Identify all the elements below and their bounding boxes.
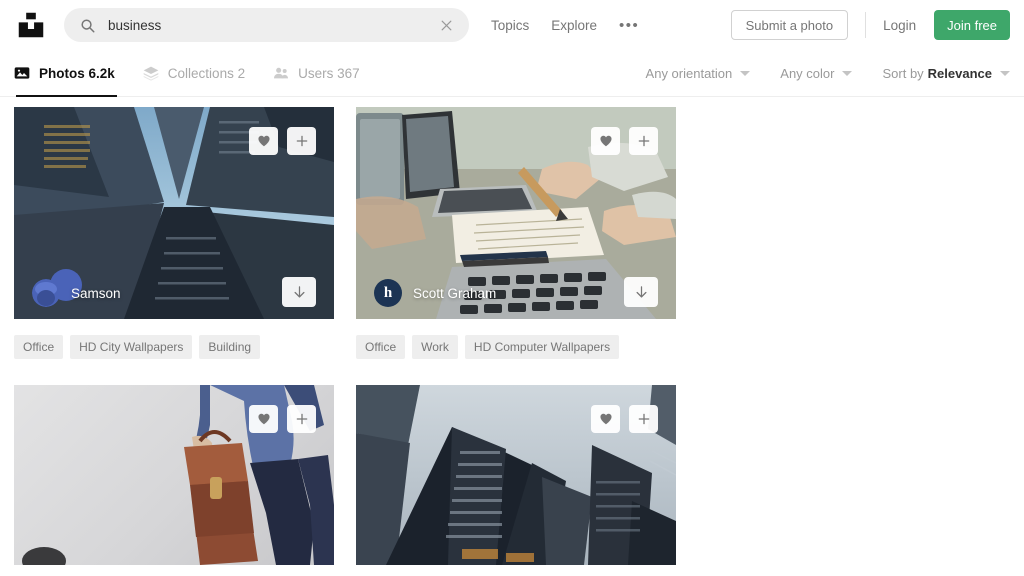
like-button[interactable] — [591, 405, 620, 433]
photo-tags: Office Work HD Computer Wallpapers — [356, 319, 676, 359]
results-tabs-bar: Photos 6.2k Collections 2 Users 367 Any … — [0, 50, 1024, 97]
photo-grid: Samson Office HD City Wallpapers Buildin… — [0, 97, 1024, 576]
like-button[interactable] — [591, 127, 620, 155]
header-nav: Topics Explore ••• — [491, 17, 639, 34]
ellipsis-icon[interactable]: ••• — [619, 17, 639, 34]
collections-icon — [143, 65, 159, 81]
photo-credit[interactable]: Samson — [32, 279, 121, 307]
avatar[interactable] — [32, 279, 60, 307]
tab-collections-count: 2 — [237, 65, 246, 81]
filter-color[interactable]: Any color — [780, 65, 853, 81]
plus-icon — [295, 134, 309, 148]
filter-sort[interactable]: Sort by Relevance — [882, 66, 1010, 81]
photo-actions — [591, 405, 658, 433]
grid-column-1: Samson Office HD City Wallpapers Buildin… — [14, 107, 334, 565]
add-to-collection-button[interactable] — [629, 405, 658, 433]
photo-tags: Office HD City Wallpapers Building — [14, 319, 334, 359]
chevron-down-icon — [740, 70, 751, 76]
plus-icon — [295, 412, 309, 426]
filter-orientation-label: Any orientation — [645, 65, 733, 81]
download-arrow-icon — [634, 285, 649, 300]
header-actions: Submit a photo Login Join free — [730, 10, 1010, 40]
add-to-collection-button[interactable] — [287, 127, 316, 155]
photo-author[interactable]: Samson — [71, 286, 121, 301]
download-arrow-icon — [292, 285, 307, 300]
login-link[interactable]: Login — [883, 18, 916, 33]
like-button[interactable] — [249, 127, 278, 155]
photo-actions — [249, 127, 316, 155]
photo-thumbnail[interactable]: Samson — [14, 107, 334, 319]
search-input[interactable] — [108, 17, 437, 33]
tag[interactable]: HD Computer Wallpapers — [464, 335, 620, 359]
tab-collections-label: Collections 2 — [167, 65, 246, 81]
avatar[interactable]: h — [374, 279, 402, 307]
users-icon — [273, 65, 289, 81]
nav-topics[interactable]: Topics — [491, 18, 529, 33]
photo-actions — [249, 405, 316, 433]
clear-search-icon[interactable] — [437, 16, 455, 34]
filter-color-label: Any color — [780, 65, 835, 81]
tab-photos-label: Photos 6.2k — [39, 65, 115, 81]
filter-orientation[interactable]: Any orientation — [646, 66, 751, 81]
photo-credit[interactable]: h Scott Graham — [374, 279, 496, 307]
filter-sort-label: Sort by — [882, 65, 924, 81]
photo-card[interactable] — [14, 385, 334, 565]
header-divider — [865, 12, 867, 38]
site-header: Topics Explore ••• Submit a photo Login … — [0, 0, 1024, 50]
add-to-collection-button[interactable] — [629, 127, 658, 155]
heart-icon — [257, 412, 271, 426]
photo-thumbnail[interactable] — [356, 385, 676, 565]
tag[interactable]: Office — [356, 335, 406, 359]
tag[interactable]: HD City Wallpapers — [70, 335, 193, 359]
join-free-button[interactable]: Join free — [934, 10, 1010, 40]
photo-card[interactable] — [356, 385, 676, 565]
heart-icon — [599, 134, 613, 148]
chevron-down-icon — [842, 70, 853, 76]
heart-icon — [599, 412, 613, 426]
tag[interactable]: Work — [412, 335, 458, 359]
grid-column-2: h Scott Graham Office Work HD Computer W… — [356, 107, 676, 565]
chevron-down-icon — [1000, 70, 1010, 76]
photo-actions — [591, 127, 658, 155]
tag[interactable]: Building — [199, 335, 261, 359]
submit-photo-button[interactable]: Submit a photo — [730, 10, 849, 40]
tab-photos[interactable]: Photos 6.2k — [14, 50, 117, 97]
filters-group: Any orientation Any color Sort by Releva… — [616, 66, 1010, 81]
add-to-collection-button[interactable] — [287, 405, 316, 433]
tab-users-count: 367 — [337, 65, 360, 81]
photo-icon — [14, 65, 30, 81]
photo-author[interactable]: Scott Graham — [413, 286, 496, 301]
tab-collections[interactable]: Collections 2 — [143, 50, 245, 97]
tab-users-label: Users 367 — [298, 65, 360, 81]
download-button[interactable] — [282, 277, 316, 307]
photo-thumbnail[interactable]: h Scott Graham — [356, 107, 676, 319]
tag[interactable]: Office — [14, 335, 64, 359]
search-bar[interactable] — [64, 8, 469, 42]
tab-users[interactable]: Users 367 — [273, 50, 360, 97]
tab-photos-count: 6.2k — [88, 65, 115, 81]
nav-explore[interactable]: Explore — [551, 18, 597, 33]
search-icon — [80, 18, 95, 33]
like-button[interactable] — [249, 405, 278, 433]
download-button[interactable] — [624, 277, 658, 307]
heart-icon — [257, 134, 271, 148]
plus-icon — [637, 134, 651, 148]
unsplash-logo[interactable] — [14, 8, 48, 42]
filter-sort-value: Relevance — [927, 65, 992, 81]
photo-card[interactable]: Samson Office HD City Wallpapers Buildin… — [14, 107, 334, 359]
plus-icon — [637, 412, 651, 426]
photo-thumbnail[interactable] — [14, 385, 334, 565]
photo-card[interactable]: h Scott Graham Office Work HD Computer W… — [356, 107, 676, 359]
